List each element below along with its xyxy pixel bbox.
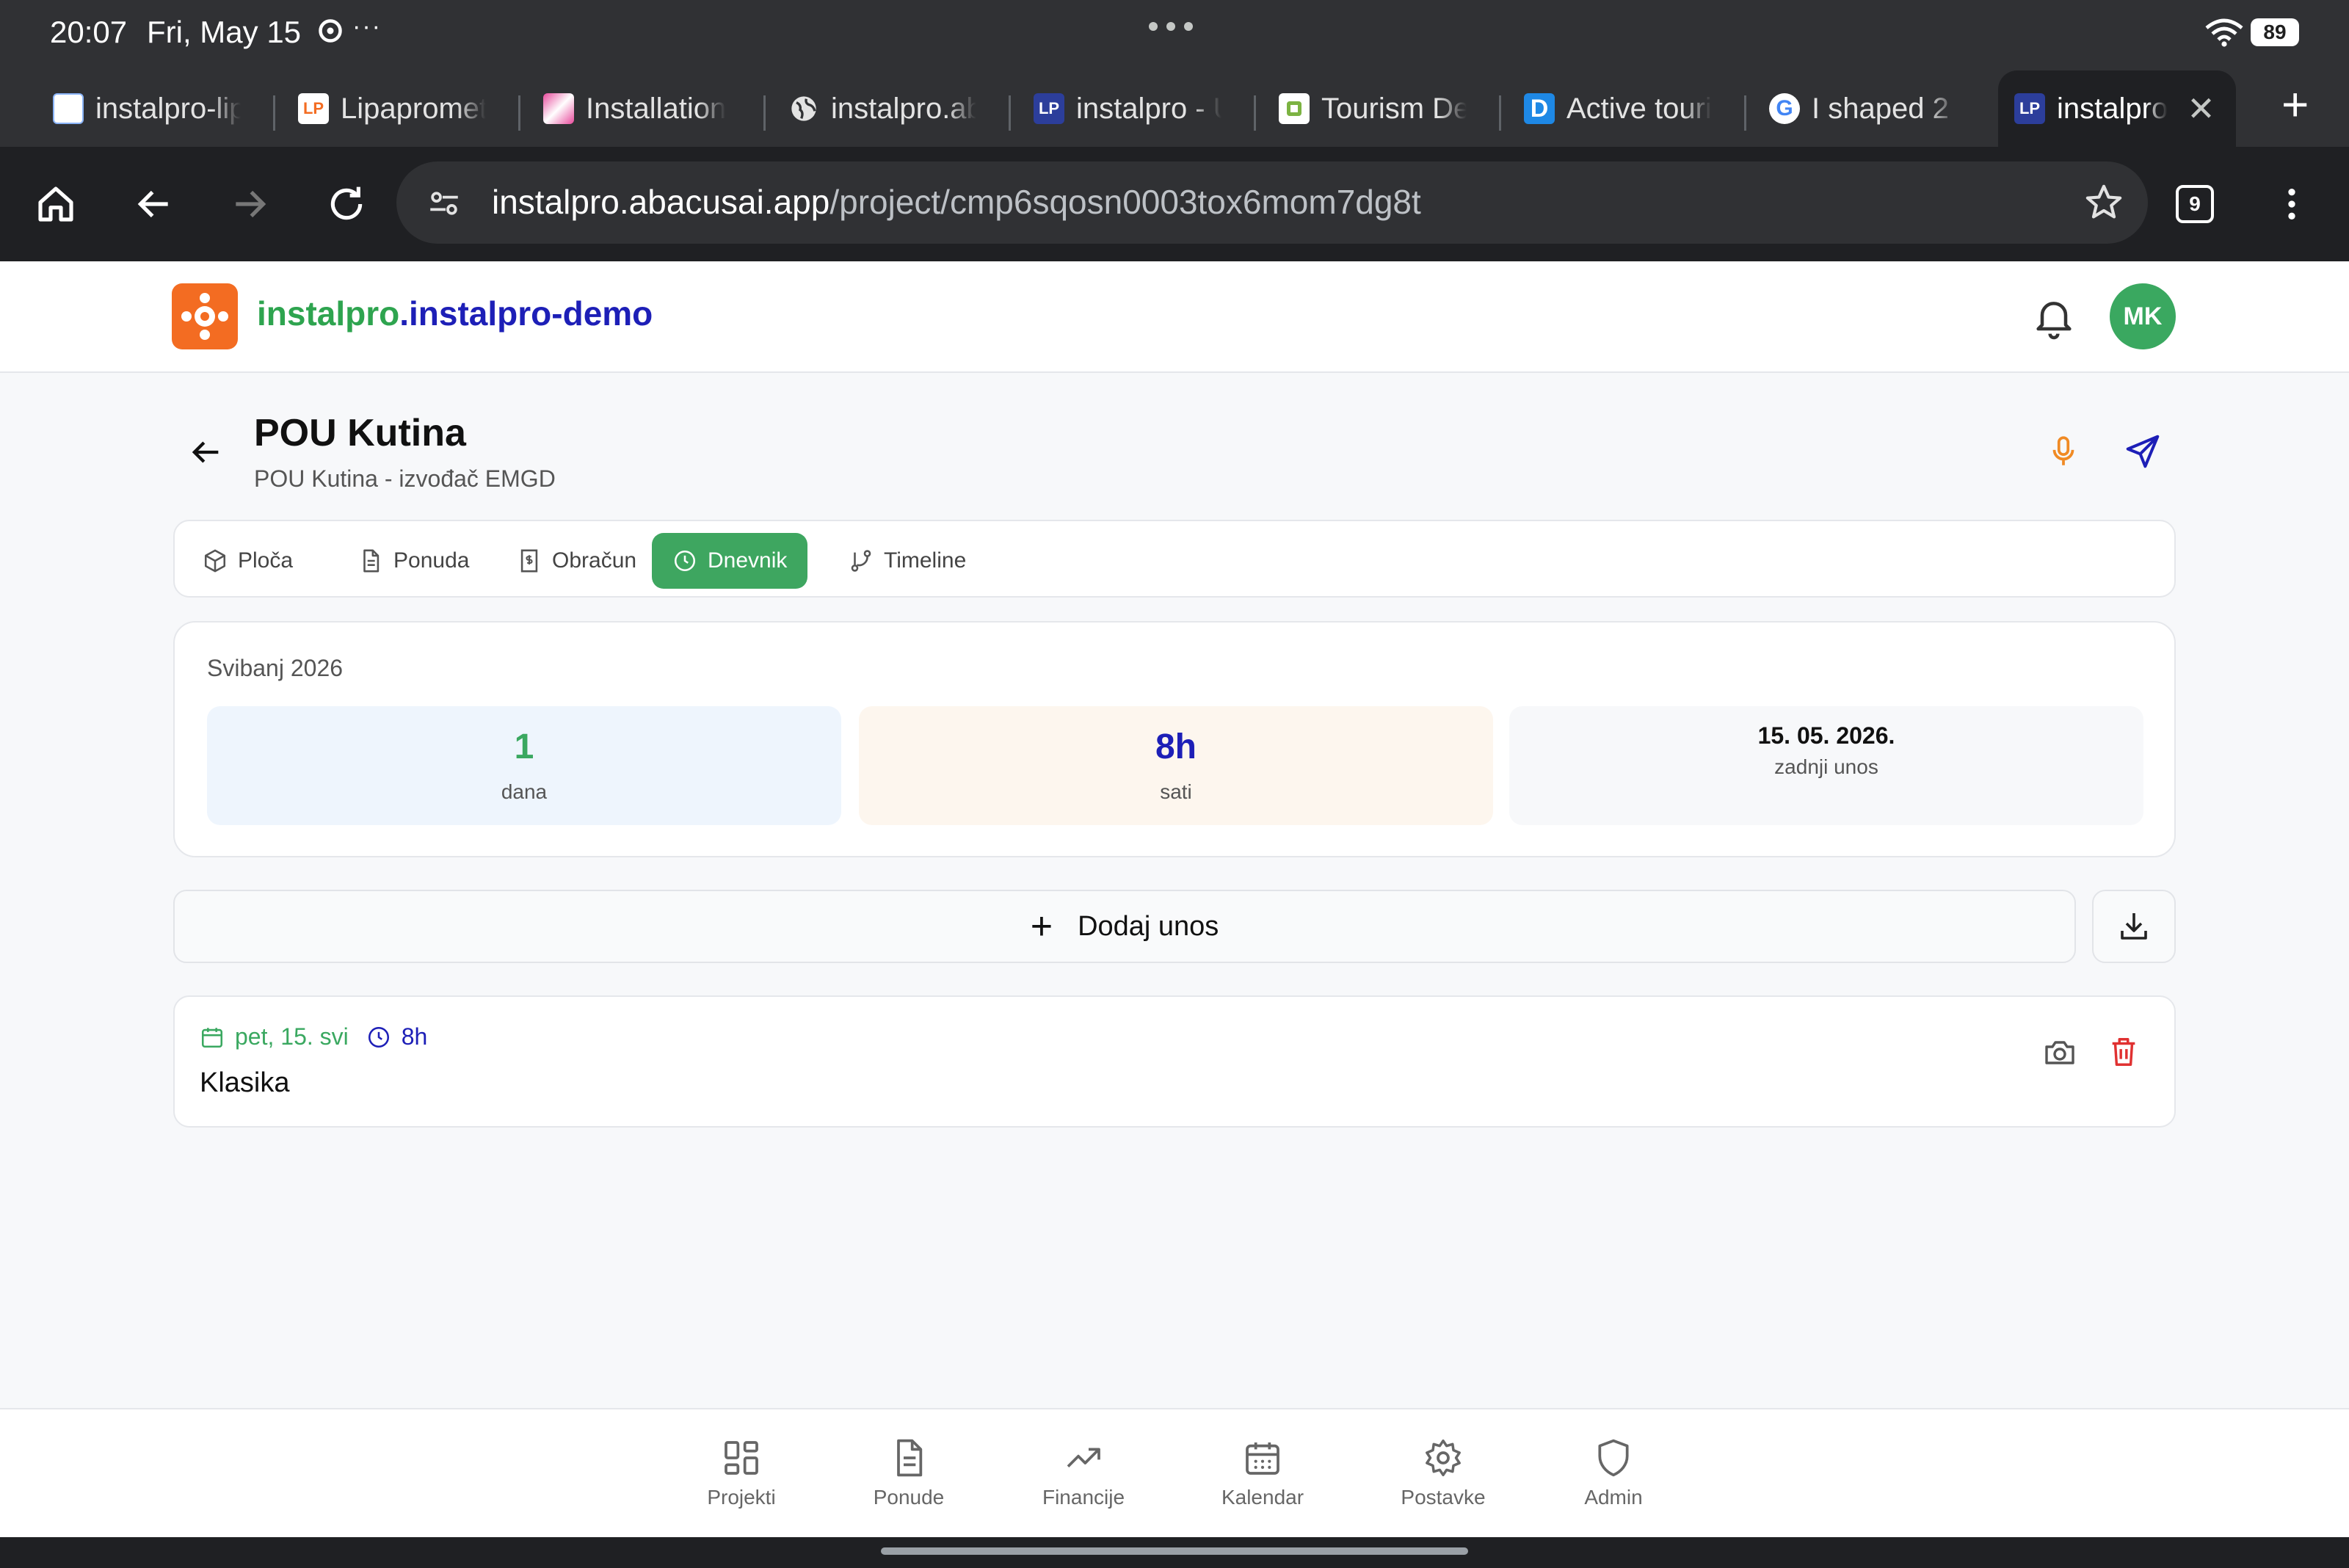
- browser-tab[interactable]: instalpro.ab: [772, 70, 992, 147]
- plus-icon: +: [1030, 905, 1053, 948]
- document-icon: [897, 1439, 923, 1477]
- nav-postavke[interactable]: Postavke: [1370, 1437, 1517, 1509]
- download-icon: [2121, 913, 2147, 940]
- diary-stats-card: Svibanj 2026 1 dana 8h sati 15. 05. 2026…: [173, 621, 2176, 857]
- gear-icon: [1426, 1439, 1461, 1477]
- forward-icon[interactable]: [225, 179, 275, 229]
- site-settings-icon[interactable]: [426, 185, 462, 222]
- browser-tab[interactable]: D Active touris: [1508, 70, 1728, 147]
- entry-text: Klasika: [200, 1067, 290, 1098]
- grid-icon: [725, 1441, 758, 1475]
- more-notifications-icon: ···: [352, 12, 382, 40]
- address-bar[interactable]: instalpro.abacusai.app/project/cmp6sqosn…: [396, 161, 2148, 244]
- tab-ponuda[interactable]: Ponuda: [338, 533, 490, 589]
- google-favicon-icon: G: [1769, 93, 1800, 124]
- lp-favicon-icon: LP: [298, 93, 329, 124]
- tab-strip: instalpro-lip LP Lipapromet Installation…: [0, 68, 2349, 147]
- brand-name[interactable]: instalpro.instalpro-demo: [257, 294, 653, 333]
- bookmark-star-icon[interactable]: [2083, 182, 2124, 223]
- entry-date: pet, 15. svi: [235, 1023, 349, 1050]
- nav-ponude[interactable]: Ponude: [835, 1437, 982, 1509]
- entry-meta: pet, 15. svi 8h: [200, 1023, 427, 1050]
- status-time: 20:07: [50, 15, 128, 49]
- nav-financije[interactable]: Financije: [1010, 1437, 1157, 1509]
- stat-hours: 8h sati: [859, 706, 1493, 825]
- tab-ploca[interactable]: Ploča: [182, 533, 313, 589]
- tab-dnevnik[interactable]: Dnevnik: [652, 533, 808, 589]
- tab-switcher-button[interactable]: 9: [2170, 179, 2220, 229]
- download-button[interactable]: [2092, 890, 2176, 963]
- chrome-notification-icon: [317, 18, 346, 47]
- calendar-icon: [1246, 1442, 1279, 1475]
- project-tabs: Ploča Ponuda Obračun Dnevnik Timeline: [173, 520, 2176, 598]
- branch-icon: [851, 550, 871, 572]
- d-favicon-icon: D: [1524, 93, 1555, 124]
- lp-favicon-icon: LP: [1034, 93, 1064, 124]
- new-tab-icon[interactable]: +: [2281, 81, 2309, 128]
- tab-timeline[interactable]: Timeline: [828, 533, 987, 589]
- back-icon[interactable]: [129, 179, 179, 229]
- home-icon[interactable]: [31, 179, 81, 229]
- nav-kalendar[interactable]: Kalendar: [1189, 1437, 1336, 1509]
- url-text: instalpro.abacusai.app/project/cmp6sqosn…: [492, 183, 1421, 221]
- browser-tab[interactable]: Installation: [527, 70, 747, 147]
- page-title: POU Kutina: [254, 412, 466, 454]
- battery-indicator: 89: [2251, 18, 2299, 46]
- entry-hours: 8h: [401, 1023, 428, 1050]
- calendar-icon: [201, 1027, 223, 1048]
- user-avatar[interactable]: MK: [2110, 283, 2176, 349]
- document-icon: [363, 549, 380, 573]
- month-label: Svibanj 2026: [207, 655, 344, 681]
- invoice-icon: [520, 549, 538, 573]
- installation-favicon-icon: [543, 93, 574, 124]
- reload-icon[interactable]: [322, 179, 371, 229]
- bell-icon[interactable]: [2030, 294, 2077, 341]
- camera-icon[interactable]: [2042, 1035, 2077, 1070]
- clock-icon: [674, 550, 696, 572]
- bottom-navigation: Projekti Ponude Financije Kalendar Posta…: [0, 1408, 2349, 1537]
- browser-tab-active[interactable]: LP instalpro ✕: [1998, 70, 2236, 147]
- diary-entry[interactable]: pet, 15. svi 8h Klasika: [173, 995, 2176, 1128]
- clock-icon: [368, 1026, 389, 1048]
- app-header: instalpro.instalpro-demo MK: [0, 261, 2349, 373]
- stat-last-entry: 15. 05. 2026. zadnji unos: [1509, 706, 2143, 825]
- add-entry-button[interactable]: + Dodaj unos: [173, 890, 2076, 963]
- system-navigation-bar: [0, 1537, 2349, 1568]
- browser-tab[interactable]: LP Lipapromet: [282, 70, 502, 147]
- back-arrow-icon[interactable]: [186, 433, 225, 471]
- shield-icon: [1598, 1439, 1629, 1477]
- wifi-icon: [2205, 18, 2243, 47]
- browser-tab[interactable]: Tourism Des: [1263, 70, 1483, 147]
- status-bar: 20:07 Fri, May 15 ··· 89: [0, 0, 2349, 68]
- nav-projekti[interactable]: Projekti: [668, 1437, 815, 1509]
- app-logo-icon[interactable]: [172, 283, 238, 349]
- multitask-dots-icon[interactable]: [1149, 22, 1193, 31]
- browser-menu-icon[interactable]: [2267, 179, 2317, 229]
- browser-tab[interactable]: LP instalpro - U: [1017, 70, 1238, 147]
- map-favicon-icon: [1279, 93, 1310, 124]
- lp-favicon-icon: LP: [2014, 93, 2045, 124]
- status-date: Fri, May 15: [147, 15, 302, 49]
- microphone-icon[interactable]: [2045, 433, 2082, 470]
- globe-favicon-icon: [788, 93, 819, 124]
- trending-up-icon: [1067, 1448, 1100, 1467]
- browser-tab[interactable]: G I shaped 2 b: [1753, 70, 1973, 147]
- home-gesture-pill[interactable]: [881, 1547, 1468, 1555]
- document-favicon-icon: [53, 93, 84, 124]
- nav-admin[interactable]: Admin: [1540, 1437, 1687, 1509]
- browser-tab[interactable]: instalpro-lip: [37, 70, 257, 147]
- close-tab-icon[interactable]: ✕: [2187, 89, 2215, 128]
- stat-days: 1 dana: [207, 706, 841, 825]
- cube-icon: [204, 549, 226, 573]
- browser-toolbar: instalpro.abacusai.app/project/cmp6sqosn…: [0, 147, 2349, 261]
- tab-obracun[interactable]: Obračun: [496, 533, 657, 589]
- trash-icon[interactable]: [2107, 1035, 2141, 1069]
- send-icon[interactable]: [2123, 432, 2163, 471]
- browser-chrome: 20:07 Fri, May 15 ··· 89 instalpro-lip L…: [0, 0, 2349, 261]
- page-subtitle: POU Kutina - izvođač EMGD: [254, 465, 556, 492]
